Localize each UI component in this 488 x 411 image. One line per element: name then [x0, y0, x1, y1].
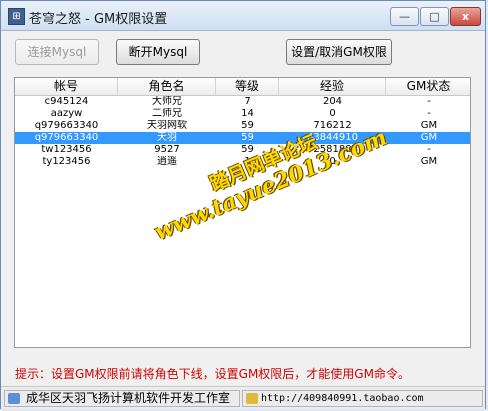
cell-level: 14 — [241, 108, 254, 119]
status-bar: 成华区天羽飞扬计算机软件开发工作室 http://409840991.taoba… — [1, 386, 485, 409]
status-studio-text: 成华区天羽飞扬计算机软件开发工作室 — [26, 391, 231, 405]
cell-role: 9527 — [154, 144, 180, 155]
toggle-gm-button[interactable]: 设置/取消GM权限 — [286, 39, 392, 65]
cell-role: 二师兄 — [152, 108, 182, 119]
app-icon: ⊞ — [8, 8, 25, 25]
minimize-button[interactable]: — — [390, 7, 419, 26]
column-header-level[interactable]: 等级 — [216, 78, 279, 95]
title-bar[interactable]: ⊞ 苍穹之怒 - GM权限设置 — □ x — [1, 1, 485, 31]
cell-role: 天羽网软 — [147, 120, 187, 131]
maximize-button[interactable]: □ — [420, 7, 449, 26]
cell-role: 大师兄 — [152, 96, 182, 107]
cell-level: 59 — [241, 132, 254, 143]
cell-account: q979663340 — [34, 120, 99, 131]
status-link-text[interactable]: http://409840991.taobao.com — [261, 391, 424, 406]
status-panel-link[interactable]: http://409840991.taobao.com — [242, 390, 483, 407]
connect-mysql-button[interactable]: 连接Mysql — [15, 39, 99, 65]
cell-level: 7 — [244, 96, 251, 107]
list-header: 帐号 角色名 等级 经验 GM状态 — [15, 78, 470, 96]
hint-text: 提示：设置GM权限前请将角色下线，设置GM权限后，才能使用GM命令。 — [15, 367, 410, 381]
cell-account: c945124 — [44, 96, 89, 107]
user-icon — [8, 393, 20, 404]
cell-level: 59 — [241, 120, 254, 131]
cell-role: 逍遥 — [157, 156, 177, 167]
link-icon — [246, 393, 258, 404]
status-panel-studio: 成华区天羽飞扬计算机软件开发工作室 — [4, 390, 240, 407]
cell-account: aazyw — [50, 108, 83, 119]
app-window: ⊞ 苍穹之怒 - GM权限设置 — □ x 连接Mysql 断开Mysql 设置… — [0, 0, 486, 409]
column-header-exp[interactable]: 经验 — [279, 78, 386, 95]
column-header-account[interactable]: 帐号 — [15, 78, 118, 95]
cell-account: tw123456 — [41, 144, 92, 155]
window-title: 苍穹之怒 - GM权限设置 — [29, 12, 168, 27]
column-header-role[interactable]: 角色名 — [118, 78, 216, 95]
cell-role: 天羽 — [157, 132, 177, 143]
cell-account: q979663340 — [34, 132, 99, 143]
close-button[interactable]: x — [450, 7, 481, 26]
cell-account: ty123456 — [42, 156, 91, 167]
disconnect-mysql-button[interactable]: 断开Mysql — [116, 39, 200, 65]
